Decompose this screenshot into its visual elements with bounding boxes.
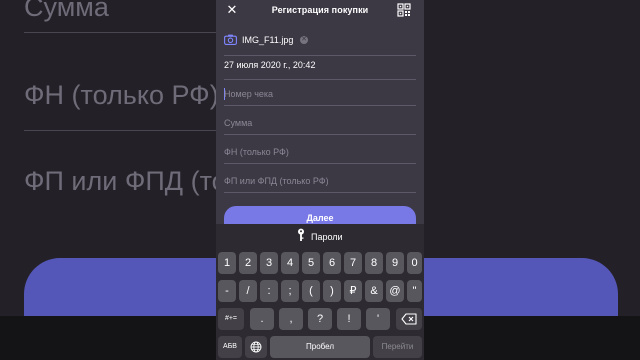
key-exclamation[interactable]: ! xyxy=(337,308,361,330)
key-quote[interactable]: " xyxy=(407,280,422,302)
key-slash[interactable]: / xyxy=(239,280,257,302)
key-at[interactable]: @ xyxy=(386,280,404,302)
fn-placeholder: ФН (только РФ) xyxy=(224,147,289,157)
key-colon[interactable]: : xyxy=(260,280,278,302)
key-icon xyxy=(298,228,304,241)
key-5[interactable]: 5 xyxy=(302,252,320,274)
divider xyxy=(224,192,416,193)
key-space[interactable]: Пробел xyxy=(270,336,370,358)
key-6[interactable]: 6 xyxy=(323,252,341,274)
divider xyxy=(224,163,416,164)
key-semicolon[interactable]: ; xyxy=(281,280,299,302)
key-comma[interactable]: , xyxy=(279,308,303,330)
sum-placeholder: Сумма xyxy=(224,118,253,128)
background-text-fn: ФН (только РФ) xyxy=(24,80,219,110)
fp-placeholder: ФП или ФПД (только РФ) xyxy=(224,176,329,186)
key-more-symbols[interactable]: #+= xyxy=(218,308,244,330)
key-globe[interactable] xyxy=(245,336,267,358)
backspace-icon xyxy=(401,313,417,325)
globe-icon xyxy=(250,341,262,353)
key-3[interactable]: 3 xyxy=(260,252,278,274)
divider xyxy=(224,105,416,106)
receipt-number-placeholder: Номер чека xyxy=(224,89,274,99)
passwords-label: Пароли xyxy=(311,232,343,242)
keyboard: Пароли 1 2 3 4 5 6 7 8 9 0 - / : ; ( ) ₽… xyxy=(216,224,424,360)
qr-code-icon[interactable] xyxy=(397,3,411,17)
key-go[interactable]: Перейти xyxy=(373,336,422,358)
divider xyxy=(224,134,416,135)
fn-input[interactable]: ФН (только РФ) xyxy=(224,136,416,164)
fp-input[interactable]: ФП или ФПД (только РФ) xyxy=(224,165,416,193)
key-ampersand[interactable]: & xyxy=(365,280,383,302)
date-field[interactable]: 27 июля 2020 г., 20:42 xyxy=(224,52,416,80)
remove-photo-icon[interactable]: ✕ xyxy=(300,36,308,44)
key-apostrophe[interactable]: ' xyxy=(366,308,390,330)
key-open-paren[interactable]: ( xyxy=(302,280,320,302)
phone-screen: ✕ Регистрация покупки IMG_F11.jpg ✕ 27 и… xyxy=(216,0,424,360)
key-0[interactable]: 0 xyxy=(407,252,422,274)
page-title: Регистрация покупки xyxy=(271,5,369,15)
key-switch-language[interactable]: АБВ xyxy=(218,336,242,358)
background-text-sum: Сумма xyxy=(24,0,109,22)
key-minus[interactable]: - xyxy=(218,280,236,302)
background-text-fp: ФП или ФПД (то xyxy=(24,166,227,196)
receipt-number-input[interactable]: Номер чека xyxy=(224,78,416,106)
key-7[interactable]: 7 xyxy=(344,252,362,274)
key-ruble[interactable]: ₽ xyxy=(344,280,362,302)
key-2[interactable]: 2 xyxy=(239,252,257,274)
key-8[interactable]: 8 xyxy=(365,252,383,274)
passwords-suggestion-bar[interactable]: Пароли xyxy=(216,224,424,248)
date-value: 27 июля 2020 г., 20:42 xyxy=(224,60,316,70)
key-1[interactable]: 1 xyxy=(218,252,236,274)
header-bar: ✕ Регистрация покупки xyxy=(216,0,424,22)
key-close-paren[interactable]: ) xyxy=(323,280,341,302)
close-icon[interactable]: ✕ xyxy=(225,3,239,17)
key-backspace[interactable] xyxy=(396,308,422,330)
next-button-label: Далее xyxy=(306,213,334,223)
key-4[interactable]: 4 xyxy=(281,252,299,274)
sum-input[interactable]: Сумма xyxy=(224,107,416,135)
attached-file-name: IMG_F11.jpg xyxy=(242,35,294,45)
key-period[interactable]: . xyxy=(250,308,274,330)
key-question[interactable]: ? xyxy=(308,308,332,330)
camera-icon xyxy=(224,34,237,45)
key-9[interactable]: 9 xyxy=(386,252,404,274)
